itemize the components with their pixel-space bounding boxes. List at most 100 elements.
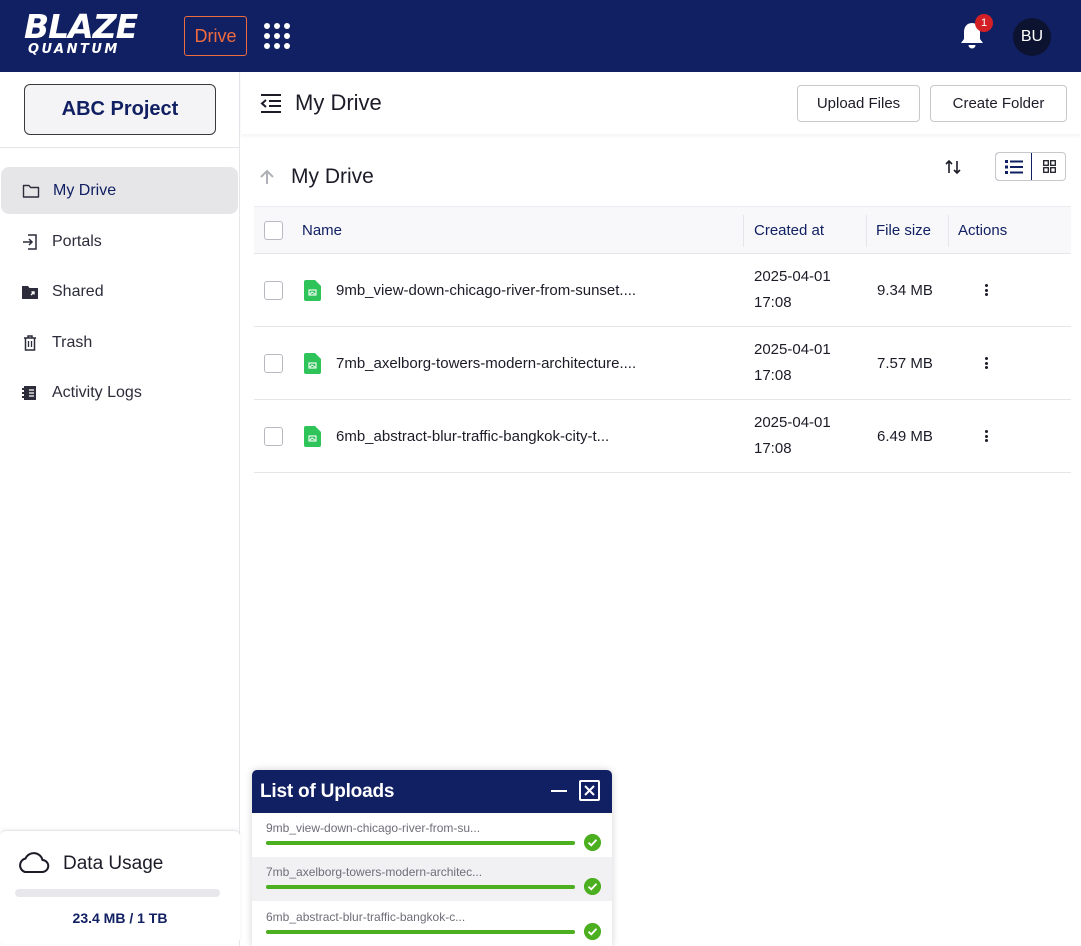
minimize-icon[interactable]	[551, 790, 567, 792]
logo-wordmark: BLAZE	[24, 7, 138, 46]
close-icon[interactable]	[579, 780, 600, 801]
grid-view-icon	[1042, 160, 1056, 173]
file-created-at: 2025-04-01 17:08	[754, 337, 864, 389]
top-bar: BLAZE QUANTUM Drive 1 BU	[0, 0, 1081, 72]
upload-file-name: 9mb_view-down-chicago-river-from-su...	[266, 821, 481, 835]
grid-view-button[interactable]	[1032, 153, 1065, 180]
row-actions-menu-icon[interactable]	[980, 428, 992, 444]
file-name[interactable]: 6mb_abstract-blur-traffic-bangkok-city-t…	[336, 428, 609, 445]
file-size: 9.34 MB	[877, 282, 933, 299]
row-actions-menu-icon[interactable]	[980, 355, 992, 371]
column-header-actions: Actions	[958, 222, 1008, 239]
upload-item: 9mb_view-down-chicago-river-from-su...	[252, 813, 612, 857]
file-created-time: 17:08	[754, 440, 792, 457]
sidebar-item-label: My Drive	[53, 181, 117, 199]
sidebar-divider	[0, 147, 240, 148]
upload-file-name: 6mb_abstract-blur-traffic-bangkok-c...	[266, 910, 466, 924]
column-divider	[743, 215, 744, 247]
column-header-name[interactable]: Name	[302, 207, 342, 254]
sidebar-item-activity-logs[interactable]: Activity Logs	[0, 369, 240, 416]
list-view-icon	[1004, 159, 1023, 174]
image-file-icon	[304, 426, 321, 447]
upload-progress-bar	[266, 930, 575, 934]
column-divider	[866, 215, 867, 247]
table-header: Name Created at File size Actions	[254, 206, 1071, 254]
blaze-quantum-logo[interactable]: BLAZE QUANTUM	[24, 10, 160, 60]
select-all-checkbox[interactable]	[264, 221, 283, 240]
breadcrumb: My Drive	[291, 165, 374, 188]
sidebar-item-label: Trash	[52, 333, 93, 351]
image-file-icon	[304, 280, 321, 301]
create-folder-button[interactable]: Create Folder	[930, 85, 1067, 122]
sidebar-item-shared[interactable]: Shared	[0, 268, 240, 315]
row-checkbox[interactable]	[264, 354, 283, 373]
data-usage-title: Data Usage	[63, 853, 164, 874]
upload-files-button[interactable]: Upload Files	[797, 85, 920, 122]
trash-icon	[20, 333, 40, 353]
upload-progress-fill	[266, 885, 575, 889]
sidebar: ABC Project My Drive Portals Shared Tras…	[0, 72, 240, 946]
sidebar-item-label: Shared	[52, 282, 104, 300]
portal-enter-icon	[20, 232, 40, 252]
logo-subtitle: QUANTUM	[28, 42, 120, 57]
file-name[interactable]: 9mb_view-down-chicago-river-from-sunset.…	[336, 282, 636, 299]
collapse-sidebar-icon[interactable]	[259, 92, 283, 114]
uploads-panel-header: List of Uploads	[252, 770, 612, 813]
upload-progress-fill	[266, 930, 575, 934]
file-created-date: 2025-04-01	[754, 341, 831, 358]
upload-complete-check-icon	[584, 834, 601, 851]
data-usage-card: Data Usage 23.4 MB / 1 TB	[0, 830, 240, 944]
navigate-up-icon[interactable]	[258, 167, 276, 187]
folder-icon	[21, 181, 41, 201]
uploads-panel-title: List of Uploads	[260, 781, 395, 802]
file-table: Name Created at File size Actions 9mb_vi…	[254, 206, 1071, 473]
page-title: My Drive	[295, 90, 382, 115]
upload-progress-bar	[266, 841, 575, 845]
row-checkbox[interactable]	[264, 427, 283, 446]
activity-log-icon	[20, 383, 40, 403]
file-created-time: 17:08	[754, 294, 792, 311]
upload-progress-fill	[266, 841, 575, 845]
cloud-icon	[19, 852, 50, 873]
column-header-file-size[interactable]: File size	[876, 207, 931, 254]
file-created-date: 2025-04-01	[754, 414, 831, 431]
sidebar-item-my-drive[interactable]: My Drive	[1, 167, 238, 214]
view-toggle	[995, 152, 1066, 181]
list-view-button[interactable]	[996, 153, 1032, 180]
file-name[interactable]: 7mb_axelborg-towers-modern-architecture.…	[336, 355, 636, 372]
table-row[interactable]: 9mb_view-down-chicago-river-from-sunset.…	[254, 254, 1071, 327]
upload-item: 6mb_abstract-blur-traffic-bangkok-c...	[252, 902, 612, 946]
image-file-icon	[304, 353, 321, 374]
file-created-date: 2025-04-01	[754, 268, 831, 285]
upload-progress-bar	[266, 885, 575, 889]
upload-item: 7mb_axelborg-towers-modern-architec...	[252, 857, 612, 901]
notification-count-badge: 1	[975, 14, 993, 32]
data-usage-text: 23.4 MB / 1 TB	[72, 910, 168, 926]
file-size: 7.57 MB	[877, 355, 933, 372]
column-divider	[948, 215, 949, 247]
sidebar-item-portals[interactable]: Portals	[0, 218, 240, 265]
sidebar-item-trash[interactable]: Trash	[0, 319, 240, 366]
sort-icon[interactable]	[943, 157, 963, 177]
sidebar-item-label: Activity Logs	[52, 383, 142, 401]
file-created-at: 2025-04-01 17:08	[754, 410, 864, 462]
uploads-panel: List of Uploads 9mb_view-down-chicago-ri…	[252, 770, 612, 946]
sidebar-item-label: Portals	[52, 232, 102, 250]
shared-folder-icon	[20, 282, 40, 302]
row-actions-menu-icon[interactable]	[980, 282, 992, 298]
row-checkbox[interactable]	[264, 281, 283, 300]
table-row[interactable]: 6mb_abstract-blur-traffic-bangkok-city-t…	[254, 400, 1071, 473]
data-usage-bar	[15, 889, 220, 897]
file-created-at: 2025-04-01 17:08	[754, 264, 864, 316]
upload-file-name: 7mb_axelborg-towers-modern-architec...	[266, 865, 483, 879]
table-row[interactable]: 7mb_axelborg-towers-modern-architecture.…	[254, 327, 1071, 400]
apps-grid-icon[interactable]	[264, 23, 290, 49]
project-selector-button[interactable]: ABC Project	[24, 84, 216, 135]
file-size: 6.49 MB	[877, 428, 933, 445]
main-header: My Drive Upload Files Create Folder	[241, 72, 1081, 134]
upload-complete-check-icon	[584, 923, 601, 940]
drive-app-badge[interactable]: Drive	[184, 16, 247, 56]
user-avatar[interactable]: BU	[1013, 18, 1051, 56]
column-header-created-at[interactable]: Created at	[754, 207, 824, 254]
file-created-time: 17:08	[754, 367, 792, 384]
